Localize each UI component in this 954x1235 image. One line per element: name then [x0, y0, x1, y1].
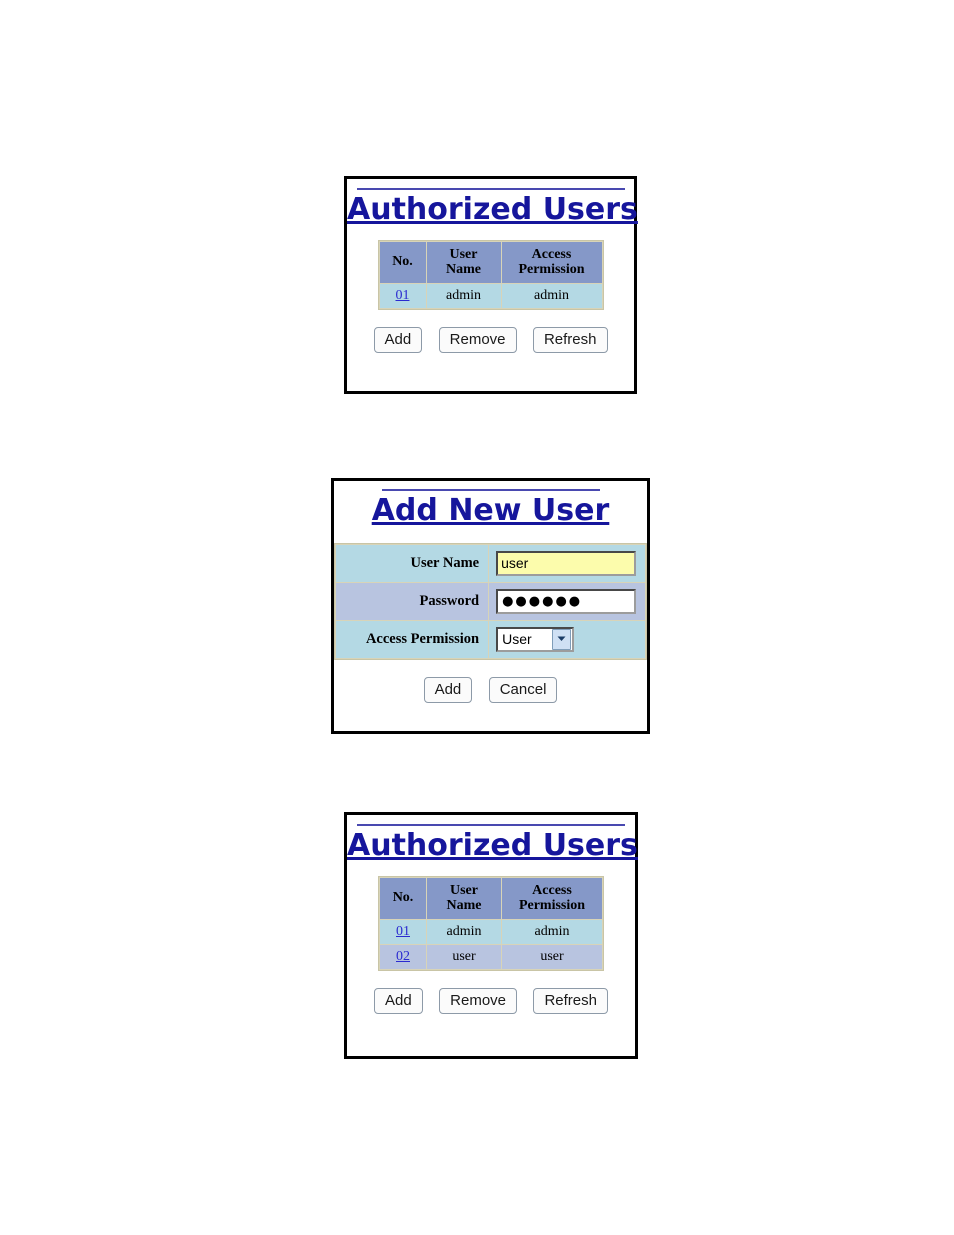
add-button[interactable]: Add — [373, 326, 423, 354]
add-user-form-area: User Name Password ●●●●●● Access Permiss… — [334, 542, 647, 660]
chevron-down-icon[interactable] — [552, 628, 572, 650]
table-cell-access-permission: admin — [501, 283, 602, 308]
form-row-password: Password ●●●●●● — [336, 582, 645, 620]
column-header-access-permission: Access Permission — [501, 241, 602, 283]
column-header-access-permission: Access Permission — [502, 877, 602, 919]
access-permission-label: Access Permission — [336, 620, 489, 658]
add-button[interactable]: Add — [423, 676, 473, 703]
access-permission-field-cell: User — [489, 620, 645, 658]
table-header-row: No. User Name Access Permission — [380, 877, 602, 919]
panel-title-block: Authorized Users — [347, 824, 638, 863]
table-cell-no: 02 — [380, 944, 426, 969]
refresh-button[interactable]: Refresh — [533, 987, 608, 1015]
page-title: Add New User — [371, 493, 610, 528]
page-title: Authorized Users — [347, 192, 638, 227]
title-divider-rule — [356, 188, 625, 190]
page-title: Authorized Users — [347, 828, 638, 863]
table-cell-user-name: admin — [426, 283, 501, 308]
table-row: 01 admin admin — [380, 919, 602, 944]
table-cell-user-name: user — [427, 944, 501, 969]
button-row: Add Remove Refresh — [347, 326, 634, 354]
table-header-row: No. User Name Access Permission — [379, 241, 602, 283]
authorized-users-table: No. User Name Access Permission 01 admin… — [378, 875, 604, 971]
table-cell-user-name: admin — [427, 919, 501, 944]
user-row-link[interactable]: 01 — [396, 924, 410, 939]
remove-button[interactable]: Remove — [438, 326, 517, 354]
column-header-no: No. — [380, 877, 426, 919]
add-new-user-panel: Add New User User Name Password ●●●●●● — [331, 478, 650, 734]
users-table-area: No. User Name Access Permission 01 admin… — [347, 239, 634, 310]
password-label: Password — [336, 582, 489, 620]
title-divider-rule — [357, 824, 625, 826]
panel-title-block: Add New User — [334, 489, 647, 527]
add-user-form-table: User Name Password ●●●●●● Access Permiss… — [334, 542, 647, 660]
column-header-user-name: User Name — [426, 241, 501, 283]
user-row-link[interactable]: 02 — [396, 949, 410, 964]
button-row: Add Remove Refresh — [347, 987, 635, 1015]
cancel-button[interactable]: Cancel — [488, 676, 558, 703]
form-row-access-permission: Access Permission User — [336, 620, 645, 658]
password-input[interactable]: ●●●●●● — [496, 588, 637, 614]
panel-title-block: Authorized Users — [347, 188, 638, 226]
table-cell-access-permission: admin — [502, 919, 602, 944]
user-name-input[interactable] — [496, 550, 637, 576]
refresh-button[interactable]: Refresh — [532, 326, 608, 354]
table-row: 01 admin admin — [379, 283, 602, 308]
user-row-link[interactable]: 01 — [396, 288, 410, 303]
column-header-user-name: User Name — [427, 877, 501, 919]
title-divider-rule — [381, 489, 600, 491]
user-name-field-cell — [489, 544, 645, 582]
form-row-user-name: User Name — [336, 544, 645, 582]
authorized-users-table: No. User Name Access Permission 01 admin… — [377, 239, 604, 310]
column-header-no: No. — [379, 241, 426, 283]
authorized-users-panel-after: Authorized Users No. User Name Access Pe… — [344, 812, 638, 1059]
remove-button[interactable]: Remove — [439, 987, 518, 1015]
table-row: 02 user user — [380, 944, 602, 969]
user-name-label: User Name — [336, 544, 489, 582]
table-cell-no: 01 — [379, 283, 426, 308]
add-button[interactable]: Add — [374, 987, 423, 1015]
password-field-cell: ●●●●●● — [489, 582, 645, 620]
access-permission-selected-value: User — [502, 631, 532, 647]
authorized-users-panel-before: Authorized Users No. User Name Access Pe… — [344, 176, 638, 394]
button-row: Add Cancel — [334, 676, 647, 703]
access-permission-select[interactable]: User — [496, 626, 575, 652]
table-cell-access-permission: user — [502, 944, 602, 969]
users-table-area: No. User Name Access Permission 01 admin… — [347, 875, 635, 971]
table-cell-no: 01 — [380, 919, 426, 944]
